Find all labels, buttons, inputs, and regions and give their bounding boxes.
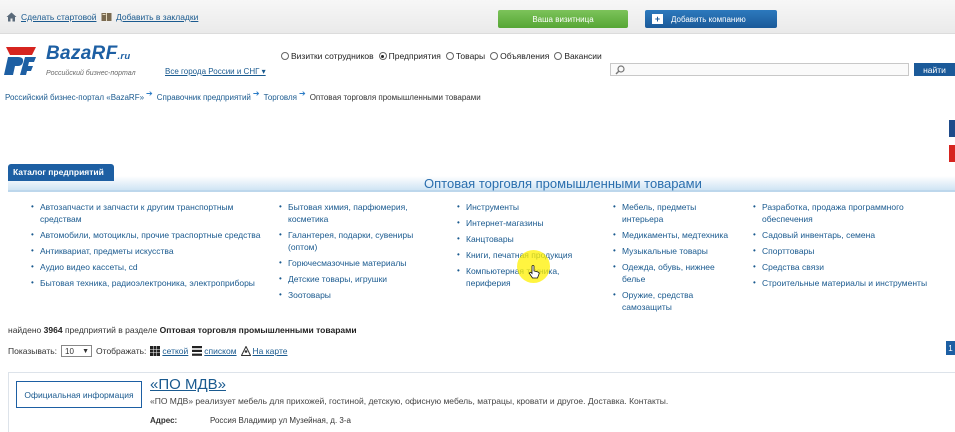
site-logo[interactable]: BazaRF.ru Российский бизнес-портал [4, 43, 149, 81]
results-count: найдено 3964 предприятий в разделе Оптов… [8, 325, 357, 335]
breadcrumb-arrow-icon: ➔ [299, 89, 306, 98]
home-icon [6, 12, 17, 22]
address-value: Россия Владимир ул Музейная, д. 3-а [210, 416, 351, 425]
search-type-group: Визитки сотрудников Предприятия Товары О… [281, 51, 604, 61]
add-company-button-label: Добавить компанию [671, 14, 746, 24]
search-icon [615, 65, 625, 75]
category-link[interactable]: Строительные материалы и инструменты [752, 277, 952, 289]
radio-button-checked [378, 52, 387, 60]
region-select[interactable]: Все города России и СНГ ▾ [165, 67, 266, 76]
category-link[interactable]: Бытовая техника, радиоэлектроника, элект… [30, 277, 262, 289]
hand-pointer-icon [529, 265, 540, 279]
bookmark-label: Добавить в закладки [116, 12, 199, 22]
company-description: «ПО МДВ» реализует мебель для прихожей, … [150, 396, 669, 406]
breadcrumb-arrow-icon: ➔ [252, 89, 260, 98]
results-count-number: 3964 [43, 325, 63, 335]
search-type-vacancies[interactable]: Вакансии [554, 51, 602, 61]
category-link[interactable]: Мебель, предметы интерьера [612, 201, 732, 225]
radio-button [445, 52, 454, 60]
category-link[interactable]: Средства связи [752, 261, 952, 273]
breadcrumb: Российский бизнес-портал «BazaRF» ➔ Спра… [5, 89, 481, 102]
bookmark-link[interactable]: Добавить в закладки [101, 12, 198, 22]
category-link[interactable]: Зоотовары [278, 289, 426, 301]
radio-button [490, 52, 499, 60]
category-link[interactable]: Детские товары, игрушки [278, 273, 426, 285]
search-type-goods[interactable]: Товары [445, 51, 485, 61]
radio-button [281, 52, 289, 60]
social-tab-blue[interactable] [949, 120, 955, 137]
category-link[interactable]: Садовый инвентарь, семена [752, 229, 952, 241]
category-column-1: Автозапчасти и запчасти к другим транспо… [30, 201, 262, 293]
search-button[interactable]: найти [914, 63, 955, 76]
catalog-tab[interactable]: Каталог предприятий [8, 164, 114, 181]
show-label: Показывать: [8, 346, 58, 356]
plus-icon: + [652, 14, 663, 24]
bookmark-book-icon [101, 13, 112, 21]
business-card-button-label: Ваша визитница [532, 14, 594, 24]
add-company-button[interactable]: + Добавить компанию [645, 10, 777, 28]
display-controls: Показывать: 10 ▼ Отображать: сеткой списк… [8, 345, 287, 357]
category-link[interactable]: Оружие, средства самозащиты [612, 289, 732, 313]
catalog-title: Оптовая торговля промышленными товарами [424, 176, 702, 191]
category-link[interactable]: Разработка, продажа программного обеспеч… [752, 201, 952, 225]
category-link[interactable]: Интернет-магазины [456, 217, 584, 229]
page-number-button[interactable]: 1 [946, 341, 955, 355]
company-name-link[interactable]: «ПО МДВ» [150, 376, 226, 393]
breadcrumb-trade[interactable]: Торговля [264, 93, 297, 102]
search-input[interactable] [610, 63, 909, 76]
category-link[interactable]: Спорттовары [752, 245, 952, 257]
category-link[interactable]: Канцтовары [456, 233, 584, 245]
map-icon [240, 346, 251, 356]
category-link[interactable]: Музыкальные товары [612, 245, 732, 257]
search-type-employees[interactable]: Визитки сотрудников [281, 51, 374, 61]
grid-icon [150, 346, 161, 356]
category-link[interactable]: Бытовая химия, парфюмерия, косметика [278, 201, 426, 225]
view-grid-link[interactable]: сеткой [150, 346, 188, 356]
make-start-page-label: Сделать стартовой [21, 12, 97, 22]
search-type-companies[interactable]: Предприятия [378, 51, 441, 61]
radio-button [554, 52, 563, 60]
breadcrumb-directory[interactable]: Справочник предприятий [157, 93, 251, 102]
chevron-down-icon: ▼ [82, 348, 90, 355]
address-label: Адрес: [150, 416, 178, 425]
business-card-button[interactable]: Ваша визитница [498, 10, 628, 28]
per-page-select[interactable]: 10 ▼ [61, 345, 93, 357]
display-label: Отображать: [96, 346, 147, 356]
make-start-page-link[interactable]: Сделать стартовой [6, 12, 96, 22]
category-link[interactable]: Горючесмазочные материалы [278, 257, 426, 269]
category-link[interactable]: Инструменты [456, 201, 584, 213]
category-link[interactable]: Автозапчасти и запчасти к другим транспо… [30, 201, 262, 225]
category-link[interactable]: Автомобили, мотоциклы, прочие траспортны… [30, 229, 262, 241]
category-link[interactable]: Аудио видео кассеты, cd [30, 261, 262, 273]
logo-name: BazaRF.ru [46, 43, 131, 64]
category-column-2: Бытовая химия, парфюмерия, косметика Гал… [278, 201, 426, 305]
breadcrumb-home[interactable]: Российский бизнес-портал «BazaRF» [5, 93, 144, 102]
social-tab-red[interactable] [949, 145, 955, 162]
category-column-5: Разработка, продажа программного обеспеч… [752, 201, 952, 293]
category-link[interactable]: Галантерея, подарки, сувениры (оптом) [278, 229, 426, 253]
category-link[interactable]: Медикаменты, медтехника [612, 229, 732, 241]
results-section: Оптовая торговля промышленными товарами [159, 325, 357, 335]
list-icon [192, 346, 203, 356]
category-column-3: Инструменты Интернет-магазины Канцтовары… [456, 201, 584, 293]
search-type-ads[interactable]: Объявления [490, 51, 549, 61]
view-list-link[interactable]: списком [192, 346, 237, 356]
category-link[interactable]: Одежда, обувь, нижнее белье [612, 261, 732, 285]
breadcrumb-arrow-icon: ➔ [146, 89, 153, 98]
category-link[interactable]: Антиквариат, предметы искусства [30, 245, 262, 257]
logo-tagline: Российский бизнес-портал [46, 70, 136, 77]
breadcrumb-current: Оптовая торговля промышленными товарами [309, 93, 481, 102]
category-column-4: Мебель, предметы интерьера Медикаменты, … [612, 201, 732, 317]
view-map-link[interactable]: На карте [240, 346, 287, 356]
official-info-button[interactable]: Официальная информация [16, 381, 142, 408]
logo-mark-icon [4, 47, 36, 75]
